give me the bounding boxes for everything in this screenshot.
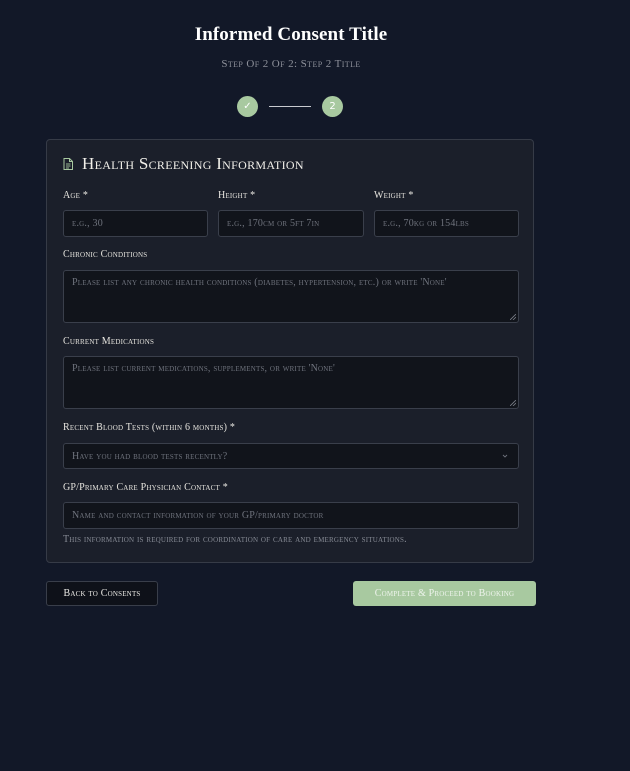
stepper-connector — [269, 105, 311, 107]
gp-contact-input[interactable]: Name and contact information of your GP/… — [63, 502, 519, 529]
card-title: Health Screening Information — [82, 154, 304, 173]
step-1-complete: ✓ — [237, 95, 258, 117]
age-placeholder: e.g., 30 — [72, 218, 103, 229]
check-icon: ✓ — [243, 100, 252, 112]
weight-placeholder: e.g., 70kg or 154lbs — [383, 218, 470, 229]
weight-label: Weight * — [374, 190, 414, 201]
current-medications-label: Current Medications — [63, 336, 155, 347]
height-input[interactable]: e.g., 170cm or 5ft 7in — [218, 210, 364, 237]
chronic-conditions-placeholder: Please list any chronic health condition… — [72, 277, 447, 288]
current-medications-textarea[interactable]: Please list current medications, supplem… — [63, 356, 519, 409]
gp-contact-label: GP/Primary Care Physician Contact * — [63, 482, 228, 493]
age-label: Age * — [63, 190, 89, 201]
page-subtitle: Step Of 2 Of 2: Step 2 Title — [221, 58, 361, 70]
blood-tests-label: Recent Blood Tests (within 6 months) * — [63, 422, 236, 433]
resize-grip-icon[interactable] — [510, 400, 516, 406]
health-screening-card: Health Screening Information Age * e.g.,… — [46, 139, 534, 563]
age-input[interactable]: e.g., 30 — [63, 210, 208, 237]
card-heading: Health Screening Information — [63, 154, 304, 174]
page-title: Informed Consent Title — [194, 24, 388, 45]
blood-tests-select[interactable]: Have you had blood tests recently? — [63, 443, 519, 469]
step-2-current: 2 — [322, 95, 343, 117]
document-icon — [63, 158, 73, 170]
blood-tests-selected: Have you had blood tests recently? — [72, 450, 228, 462]
progress-stepper: ✓ 2 — [237, 95, 343, 117]
chevron-down-icon — [502, 454, 508, 458]
gp-contact-help-text: This information is required for coordin… — [63, 534, 407, 545]
step-2-number: 2 — [329, 100, 336, 112]
current-medications-placeholder: Please list current medications, supplem… — [72, 363, 336, 374]
resize-grip-icon[interactable] — [510, 314, 516, 320]
chronic-conditions-textarea[interactable]: Please list any chronic health condition… — [63, 270, 519, 323]
height-placeholder: e.g., 170cm or 5ft 7in — [227, 218, 320, 229]
chronic-conditions-label: Chronic Conditions — [63, 249, 148, 260]
gp-contact-placeholder: Name and contact information of your GP/… — [72, 510, 324, 521]
weight-input[interactable]: e.g., 70kg or 154lbs — [374, 210, 519, 237]
height-label: Height * — [218, 190, 256, 201]
back-to-consents-button[interactable]: Back to Consents — [46, 581, 158, 606]
complete-and-proceed-button[interactable]: Complete & Proceed to Booking — [353, 581, 536, 606]
